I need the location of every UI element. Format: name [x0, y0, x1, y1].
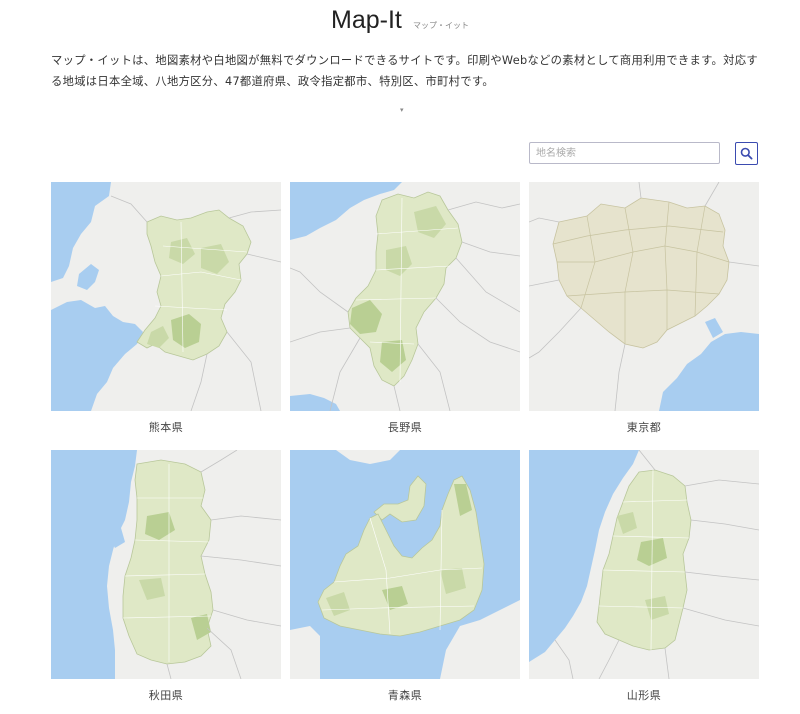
map-grid: 熊本県 長野県 東京都 秋田県 青森県 山形県: [51, 182, 759, 714]
search-icon: [740, 147, 753, 160]
aomori-map-thumbnail[interactable]: [290, 450, 520, 679]
search-input[interactable]: [529, 142, 720, 164]
map-card-label[interactable]: 秋田県: [51, 687, 281, 703]
map-card-label[interactable]: 青森県: [290, 687, 520, 703]
site-header: Map-It マップ・イット: [0, 6, 800, 35]
map-card-akita[interactable]: 秋田県: [51, 450, 281, 703]
tokyo-map-thumbnail[interactable]: [529, 182, 759, 411]
chevron-down-icon[interactable]: ▾: [400, 106, 404, 114]
search-form: [529, 142, 759, 166]
map-card-nagano[interactable]: 長野県: [290, 182, 520, 435]
nagano-map-thumbnail[interactable]: [290, 182, 520, 411]
site-subtitle: マップ・イット: [412, 21, 469, 30]
map-card-label[interactable]: 山形県: [529, 687, 759, 703]
kumamoto-map-thumbnail[interactable]: [51, 182, 281, 411]
map-card-kumamoto[interactable]: 熊本県: [51, 182, 281, 435]
map-card-yamagata[interactable]: 山形県: [529, 450, 759, 703]
map-card-label[interactable]: 東京都: [529, 419, 759, 435]
site-title[interactable]: Map-It: [331, 6, 402, 35]
yamagata-map-thumbnail[interactable]: [529, 450, 759, 679]
map-card-tokyo[interactable]: 東京都: [529, 182, 759, 435]
intro-text: マップ・イットは、地図素材や白地図が無料でダウンロードできるサイトです。印刷やW…: [51, 54, 758, 88]
map-card-label[interactable]: 熊本県: [51, 419, 281, 435]
map-card-aomori[interactable]: 青森県: [290, 450, 520, 703]
search-button[interactable]: [735, 142, 758, 165]
map-card-label[interactable]: 長野県: [290, 419, 520, 435]
akita-map-thumbnail[interactable]: [51, 450, 281, 679]
